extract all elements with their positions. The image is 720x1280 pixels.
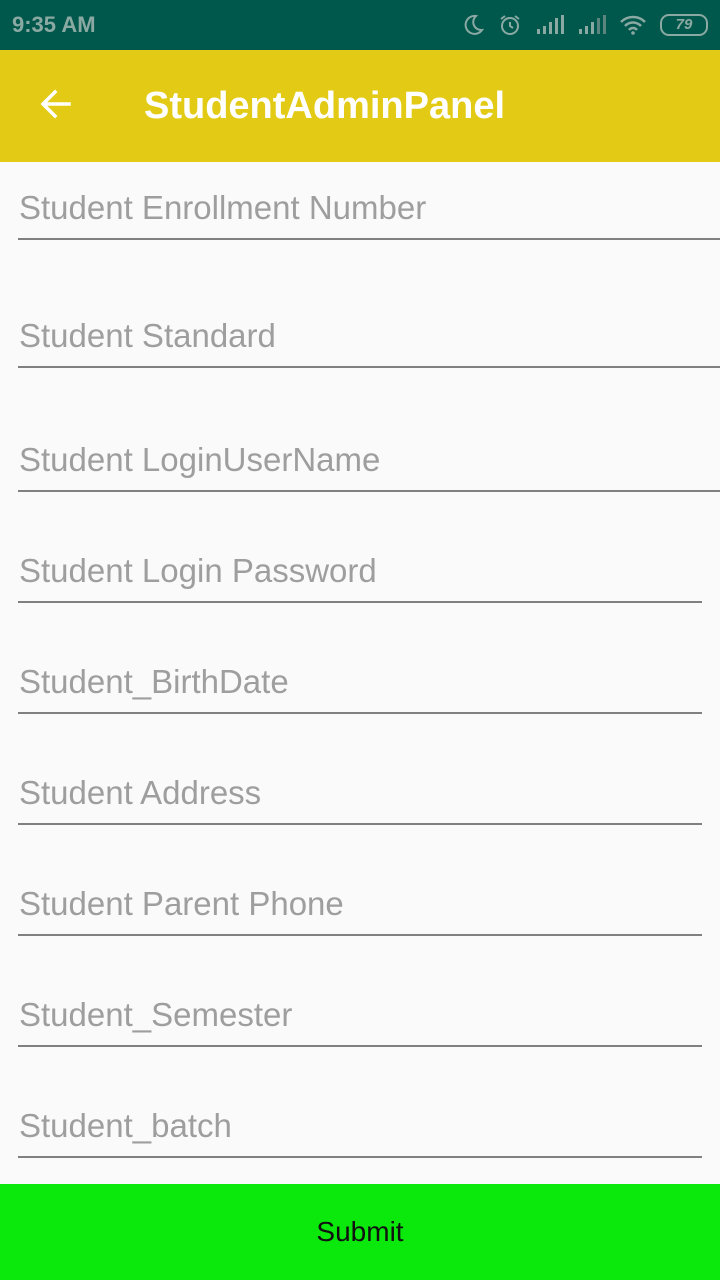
submit-button[interactable]: Submit: [0, 1184, 720, 1280]
status-time: 9:35 AM: [12, 12, 96, 37]
moon-icon: [462, 14, 484, 36]
birthdate-input[interactable]: [18, 652, 702, 712]
parent-phone-field[interactable]: [18, 874, 702, 936]
status-bar: 9:35 AM 79: [0, 0, 720, 50]
parent-phone-input[interactable]: [18, 874, 702, 934]
alarm-icon: [498, 13, 522, 37]
signal-icon: [536, 15, 564, 35]
back-button[interactable]: [28, 78, 84, 134]
standard-input[interactable]: [18, 306, 720, 366]
login-password-field[interactable]: [18, 541, 702, 603]
app-bar: StudentAdminPanel: [0, 50, 720, 162]
battery-icon: 79: [660, 14, 708, 36]
enrollment-number-input[interactable]: [18, 178, 720, 238]
arrow-left-icon: [38, 86, 74, 127]
standard-field[interactable]: [18, 306, 720, 368]
semester-field[interactable]: [18, 985, 702, 1047]
enrollment-number-field[interactable]: [18, 178, 720, 240]
login-username-field[interactable]: [18, 430, 720, 492]
login-username-input[interactable]: [18, 430, 720, 490]
app-title: StudentAdminPanel: [144, 85, 506, 127]
birthdate-field[interactable]: [18, 652, 702, 714]
wifi-icon: [620, 15, 646, 35]
batch-field[interactable]: [18, 1096, 702, 1158]
batch-input[interactable]: [18, 1096, 702, 1156]
address-input[interactable]: [18, 763, 702, 823]
login-password-input[interactable]: [18, 541, 702, 601]
signal-icon: [578, 15, 606, 35]
semester-input[interactable]: [18, 985, 702, 1045]
address-field[interactable]: [18, 763, 702, 825]
status-icons: 79: [462, 10, 708, 40]
